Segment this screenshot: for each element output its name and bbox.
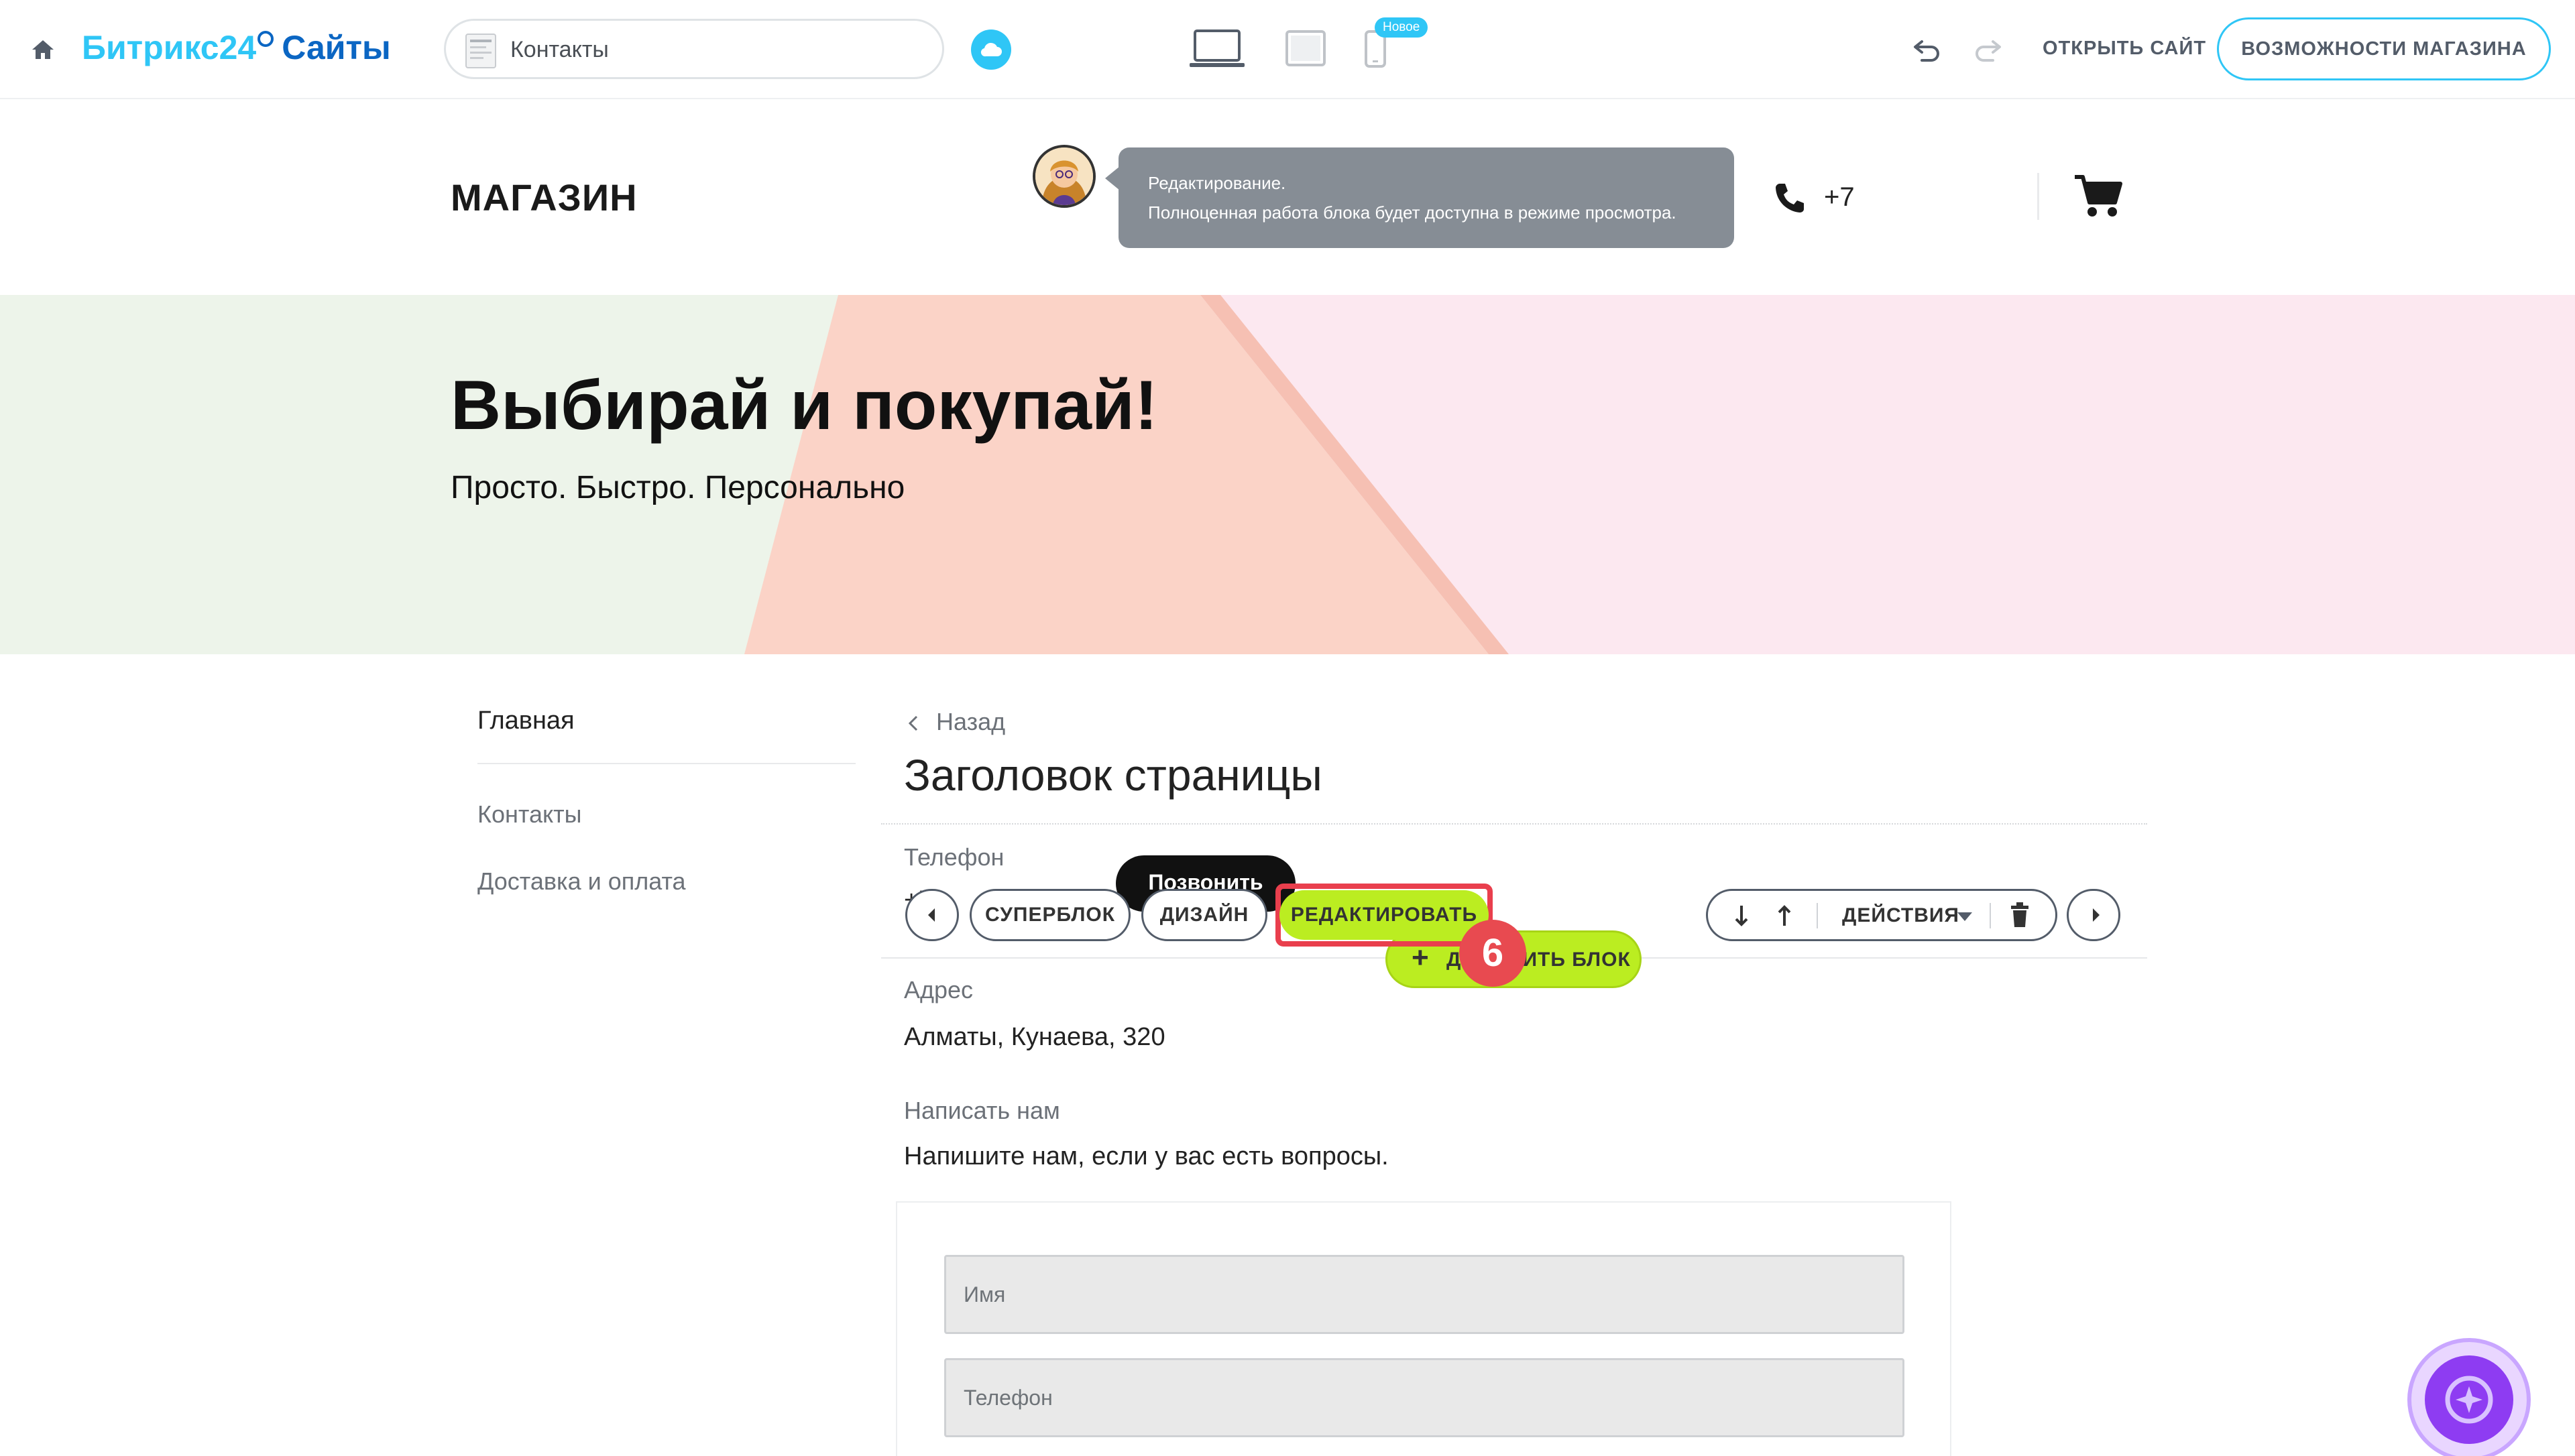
assistant-button[interactable] [2407,1338,2531,1456]
menu-item-contacts[interactable]: Контакты [477,800,582,829]
name-field[interactable]: Имя [944,1255,1904,1334]
menu-item-delivery[interactable]: Доставка и оплата [477,867,686,896]
cart-icon[interactable] [2073,173,2123,220]
hero-title: Выбирай и покупай! [451,367,1158,444]
hero-subtitle: Просто. Быстро. Персонально [451,470,905,505]
phone-icon [1776,184,1804,213]
cloud-publish-button[interactable] [971,29,1011,70]
next-block-button[interactable] [2067,889,2120,941]
page-title: Заголовок страницы [904,750,1322,800]
actions-menu[interactable]: ДЕЙСТВИЯ [1842,904,1959,927]
menu-item-main[interactable]: Главная [477,707,575,735]
new-badge: Новое [1375,17,1428,38]
chevron-left-icon[interactable] [907,713,920,733]
tablet-icon[interactable] [1285,29,1326,67]
shop-features-button[interactable]: ВОЗМОЖНОСТИ МАГАЗИНА [2217,17,2551,80]
design-button[interactable]: ДИЗАЙН [1141,889,1267,941]
undo-icon[interactable] [1912,36,1942,63]
laptop-icon[interactable] [1188,28,1246,70]
back-link[interactable]: Назад [936,708,1005,736]
page-thumbnail-icon [465,34,496,68]
cloud-icon [980,42,1002,57]
tooltip-text: Полноценная работа блока будет доступна … [1148,202,1676,223]
superblock-button[interactable]: СУПЕРБЛОК [970,889,1131,941]
phone-field[interactable]: Телефон [944,1358,1904,1437]
arrow-down-icon[interactable] [1732,903,1751,928]
caret-left-icon [928,908,935,922]
toolbar-separator [1990,903,1991,928]
page-selector-label: Контакты [510,37,609,62]
header-divider [2037,173,2039,220]
brand-name: Битрикс24 [82,29,257,66]
avatar-image [1035,147,1093,205]
section-divider [881,823,2147,825]
editor-topbar: Битрикс24 Сайты Контакты Новое ОТКРЫТЬ С… [0,0,2575,99]
write-us-text: Напишите нам, если у вас есть вопросы. [904,1142,1389,1170]
editing-tooltip: Редактирование. Полноценная работа блока… [1105,147,1734,248]
caret-right-icon [2093,908,2100,922]
redo-icon[interactable] [1973,36,2002,63]
trash-icon[interactable] [2010,902,2030,928]
assistant-icon [2445,1376,2493,1424]
page-selector[interactable]: Контакты [444,19,944,79]
block-actions-group: ДЕЙСТВИЯ [1706,889,2057,941]
brand-logo[interactable]: Битрикс24 Сайты [82,28,391,67]
address-value: Алматы, Кунаева, 320 [904,1023,1165,1051]
home-icon[interactable] [30,36,56,63]
step-badge: 6 [1459,920,1526,987]
avatar[interactable] [1033,145,1096,208]
write-us-label: Написать нам [904,1097,1060,1124]
address-label: Адрес [904,976,974,1004]
tooltip-title: Редактирование. [1148,173,1286,193]
open-site-link[interactable]: ОТКРЫТЬ САЙТ [2043,38,2206,60]
plus-icon: + [1412,941,1430,974]
edit-button[interactable]: РЕДАКТИРОВАТЬ [1279,890,1489,940]
phone-label: Телефон [904,843,1005,871]
brand-product: Сайты [282,29,391,66]
header-phone[interactable]: +7 [1824,182,1855,213]
hero-background [0,295,2575,654]
toolbar-separator [1817,903,1818,928]
prev-block-button[interactable] [905,889,959,941]
menu-divider [477,763,856,764]
clock-icon [258,31,274,47]
site-logo[interactable]: МАГАЗИН [451,176,638,219]
hero-banner [0,295,2575,654]
caret-down-icon [1957,912,1972,921]
arrow-up-icon[interactable] [1775,903,1794,928]
